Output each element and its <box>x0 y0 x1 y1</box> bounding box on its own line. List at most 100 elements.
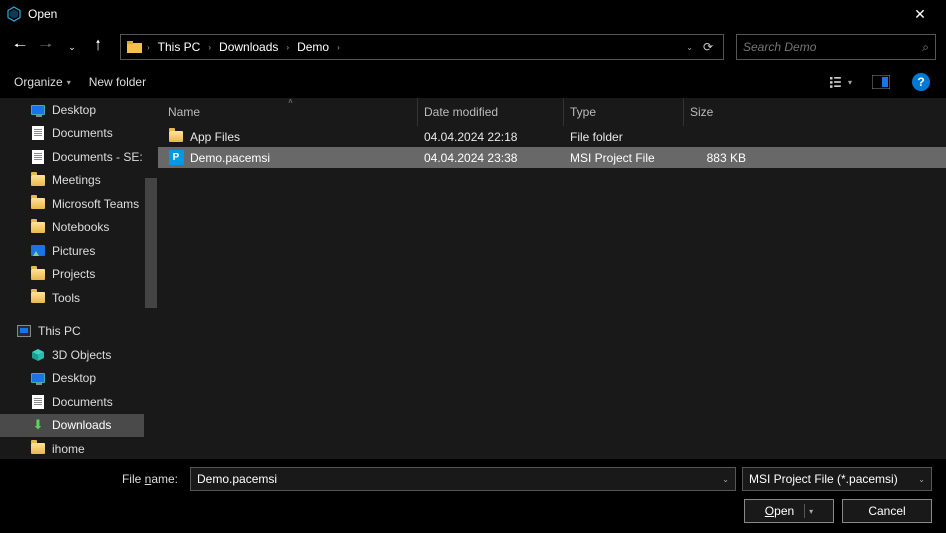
preview-pane-button[interactable] <box>870 71 892 93</box>
refresh-button[interactable]: ⟳ <box>697 40 719 54</box>
folder-icon <box>125 37 145 57</box>
breadcrumb-segment[interactable]: This PC <box>152 35 207 59</box>
tree-item-label: Documents <box>52 395 113 409</box>
cancel-button[interactable]: Cancel <box>842 499 932 523</box>
tree-item[interactable]: Desktop <box>0 367 158 391</box>
body: Desktop Documents Documents - SE: Meetings M… <box>0 98 946 459</box>
pic-icon <box>30 243 46 259</box>
tree-item[interactable]: ihome <box>0 437 158 459</box>
tree-item[interactable]: Documents <box>0 122 158 146</box>
chevron-right-icon[interactable]: › <box>284 43 291 52</box>
open-button[interactable]: Open▾ <box>744 499 834 523</box>
file-name: App Files <box>190 130 240 144</box>
window-title: Open <box>28 7 900 21</box>
tree-item[interactable]: 3D Objects <box>0 343 158 367</box>
folder-icon <box>30 266 46 282</box>
chevron-down-icon[interactable]: ⌄ <box>918 475 925 484</box>
tree-item-label: Tools <box>52 291 80 305</box>
scroll-thumb[interactable] <box>145 178 157 308</box>
tree-item-label: 3D Objects <box>52 348 111 362</box>
file-type: File folder <box>564 130 684 144</box>
tree-item-label: Notebooks <box>52 220 109 234</box>
footer: File name: Demo.pacemsi ⌄ MSI Project Fi… <box>0 459 946 533</box>
address-dropdown[interactable]: ⌄ <box>682 43 697 52</box>
doc-icon <box>30 125 46 141</box>
tree-item-label: Documents <box>52 126 113 140</box>
tree-item[interactable]: Projects <box>0 263 158 287</box>
ext-icon: P <box>168 150 184 166</box>
folder-icon <box>30 219 46 235</box>
tree-item-label: Microsoft Teams <box>52 197 139 211</box>
tree-item-label: Pictures <box>52 244 95 258</box>
tree-item-label: Documents - SE: <box>52 150 143 164</box>
column-size[interactable]: Size <box>684 98 758 126</box>
close-button[interactable]: ✕ <box>900 6 940 23</box>
cube-icon <box>30 347 46 363</box>
tree-item-this-pc[interactable]: This PC <box>0 320 158 344</box>
new-folder-button[interactable]: New folder <box>89 75 146 89</box>
toolbar: Organize▾ New folder ▾ ? <box>0 66 946 98</box>
organize-menu[interactable]: Organize▾ <box>14 75 71 89</box>
tree-item-label: Desktop <box>52 371 96 385</box>
back-button[interactable]: 🠐 <box>10 37 30 57</box>
tree-item-label: Desktop <box>52 103 96 117</box>
tree-item[interactable]: Meetings <box>0 169 158 193</box>
folder-icon <box>30 290 46 306</box>
filename-label: File name: <box>14 472 184 486</box>
tree-item[interactable]: Notebooks <box>0 216 158 240</box>
folder-icon <box>30 172 46 188</box>
tree-item[interactable]: Documents - SE: <box>0 145 158 169</box>
column-name[interactable]: Name˄ <box>164 98 418 126</box>
tree-item[interactable]: Desktop <box>0 98 158 122</box>
recent-dropdown[interactable]: ⌄ <box>62 37 82 57</box>
filename-input[interactable]: Demo.pacemsi ⌄ <box>190 467 736 491</box>
breadcrumb-segment[interactable]: Downloads <box>213 35 284 59</box>
tree-item[interactable]: Documents <box>0 390 158 414</box>
monitor-icon <box>30 102 46 118</box>
chevron-right-icon[interactable]: › <box>206 43 213 52</box>
file-name: Demo.pacemsi <box>190 151 270 165</box>
download-icon: ⬇ <box>30 417 46 433</box>
forward-button[interactable]: 🠒 <box>36 37 56 57</box>
sidebar-scrollbar[interactable] <box>144 98 158 459</box>
tree-item[interactable]: ⬇ Downloads <box>0 414 158 438</box>
file-row[interactable]: PDemo.pacemsi04.04.2024 23:38MSI Project… <box>158 147 946 168</box>
monitor-icon <box>30 370 46 386</box>
sort-indicator-icon: ˄ <box>288 97 293 106</box>
column-date[interactable]: Date modified <box>418 98 564 126</box>
nav-bar: 🠐 🠒 ⌄ 🠑 › This PC › Downloads › Demo › ⌄… <box>0 28 946 66</box>
search-icon[interactable]: ⌕ <box>922 40 929 55</box>
path-root-caret[interactable]: › <box>145 43 152 52</box>
chevron-down-icon[interactable]: ⌄ <box>722 475 729 484</box>
doc-icon <box>30 394 46 410</box>
help-button[interactable]: ? <box>910 71 932 93</box>
tree-item[interactable]: Tools <box>0 286 158 310</box>
search-input[interactable] <box>743 40 922 54</box>
doc-icon <box>30 149 46 165</box>
title-bar: Open ✕ <box>0 0 946 28</box>
search-box[interactable]: ⌕ <box>736 34 936 60</box>
chevron-right-icon[interactable]: › <box>335 43 342 52</box>
tree-item-label: This PC <box>38 324 81 338</box>
file-list: Name˄ Date modified Type Size App Files 0… <box>158 98 946 459</box>
file-type-filter[interactable]: MSI Project File (*.pacemsi) ⌄ <box>742 467 932 491</box>
nav-tree: Desktop Documents Documents - SE: Meetings M… <box>0 98 158 459</box>
up-button[interactable]: 🠑 <box>88 37 108 57</box>
folder-icon <box>168 129 184 145</box>
app-icon <box>6 6 22 22</box>
tree-item-label: Meetings <box>52 173 101 187</box>
view-options-button[interactable]: ▾ <box>830 71 852 93</box>
tree-item-label: Projects <box>52 267 95 281</box>
address-bar[interactable]: › This PC › Downloads › Demo › ⌄ ⟳ <box>120 34 724 60</box>
file-date: 04.04.2024 22:18 <box>418 130 564 144</box>
breadcrumb-segment[interactable]: Demo <box>291 35 335 59</box>
tree-item[interactable]: Pictures <box>0 239 158 263</box>
column-type[interactable]: Type <box>564 98 684 126</box>
column-headers: Name˄ Date modified Type Size <box>158 98 946 126</box>
file-date: 04.04.2024 23:38 <box>418 151 564 165</box>
file-row[interactable]: App Files 04.04.2024 22:18File folder <box>158 126 946 147</box>
tree-item-label: Downloads <box>52 418 111 432</box>
file-size: 883 KB <box>684 151 758 165</box>
tree-item-label: ihome <box>52 442 85 456</box>
tree-item[interactable]: Microsoft Teams <box>0 192 158 216</box>
